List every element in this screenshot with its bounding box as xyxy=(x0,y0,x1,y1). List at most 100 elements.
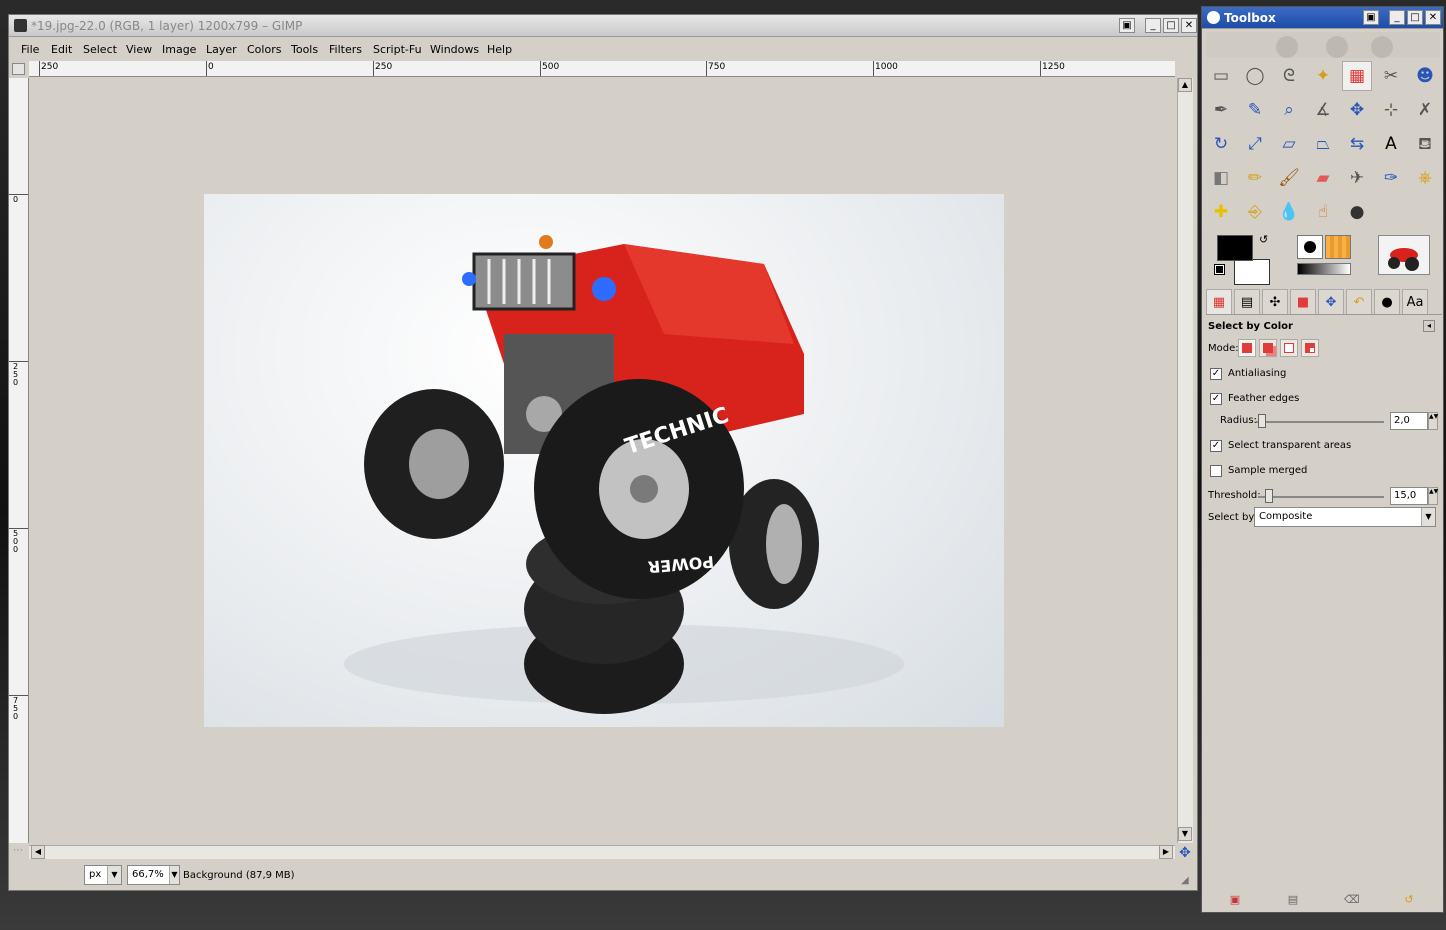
radius-slider-handle[interactable] xyxy=(1258,414,1267,428)
tool-smudge-icon[interactable]: ☝ xyxy=(1308,197,1338,227)
menu-layer[interactable]: Layer xyxy=(206,43,237,56)
tool-move-icon[interactable]: ✥ xyxy=(1342,95,1372,125)
tool-zoom-icon[interactable]: ⌕ xyxy=(1274,95,1304,125)
tool-dodge-burn-icon[interactable]: ● xyxy=(1342,197,1372,227)
navigate-icon[interactable]: ✥ xyxy=(1179,845,1191,861)
menu-tools[interactable]: Tools xyxy=(291,43,318,56)
tool-crop-icon[interactable]: ✗ xyxy=(1410,95,1440,125)
radius-input[interactable]: 2,0 xyxy=(1390,412,1428,430)
select-transparent-checkbox[interactable]: ✓ xyxy=(1210,440,1222,452)
background-color-swatch[interactable] xyxy=(1234,259,1270,285)
tool-color-picker-icon[interactable]: ✎ xyxy=(1240,95,1270,125)
tab-device-status[interactable]: ▤ xyxy=(1234,289,1260,314)
swap-colors-icon[interactable]: ↺ xyxy=(1259,233,1268,246)
scroll-right-button[interactable]: ▶ xyxy=(1159,845,1173,859)
brush-preview[interactable] xyxy=(1297,235,1323,259)
tool-blend-icon[interactable]: ◧ xyxy=(1206,163,1236,193)
vertical-scrollbar[interactable]: ▲ ▼ xyxy=(1177,78,1193,843)
mode-replace-button[interactable] xyxy=(1238,339,1256,357)
photo-lego-monster-truck[interactable]: TECHNIC POWER xyxy=(204,194,1004,727)
menu-windows[interactable]: Windows xyxy=(430,43,479,56)
threshold-slider[interactable] xyxy=(1258,496,1384,498)
menu-select[interactable]: Select xyxy=(83,43,117,56)
wilber-drop-area[interactable] xyxy=(1206,32,1440,58)
mode-add-button[interactable] xyxy=(1259,339,1277,357)
tool-perspective-clone-icon[interactable]: ⎆ xyxy=(1240,197,1270,227)
tab-paths[interactable]: ✣ xyxy=(1262,289,1288,314)
tool-scale-icon[interactable]: ⤢ xyxy=(1240,129,1270,159)
save-options-icon[interactable]: ▣ xyxy=(1228,893,1242,907)
reset-options-icon[interactable]: ↺ xyxy=(1402,893,1416,907)
maximize-button[interactable]: □ xyxy=(1407,10,1423,25)
menu-edit[interactable]: Edit xyxy=(51,43,72,56)
menu-view[interactable]: View xyxy=(126,43,152,56)
tool-pencil-icon[interactable]: ✏ xyxy=(1240,163,1270,193)
gradient-preview[interactable] xyxy=(1297,263,1351,275)
tool-measure-icon[interactable]: ∡ xyxy=(1308,95,1338,125)
tool-ellipse-select-icon[interactable]: ◯ xyxy=(1240,61,1270,91)
shade-icon[interactable]: ▣ xyxy=(1119,18,1135,33)
tool-blur-sharpen-icon[interactable]: 💧 xyxy=(1274,197,1304,227)
active-image-thumbnail[interactable] xyxy=(1378,235,1430,275)
pattern-preview[interactable] xyxy=(1325,235,1351,259)
tool-shear-icon[interactable]: ▱ xyxy=(1274,129,1304,159)
zoom-on-resize-icon[interactable]: ⋯ xyxy=(13,845,23,856)
threshold-slider-handle[interactable] xyxy=(1265,489,1274,503)
minimize-button[interactable]: _ xyxy=(1389,10,1405,25)
tab-fonts[interactable]: Aa xyxy=(1402,289,1428,314)
tool-heal-icon[interactable]: ✚ xyxy=(1206,197,1236,227)
sample-merged-checkbox[interactable] xyxy=(1210,465,1222,477)
tool-flip-icon[interactable]: ⇆ xyxy=(1342,129,1372,159)
close-button[interactable]: ✕ xyxy=(1425,10,1441,25)
tool-rect-select-icon[interactable]: ▭ xyxy=(1206,61,1236,91)
scroll-left-button[interactable]: ◀ xyxy=(31,845,45,859)
image-window-titlebar[interactable]: *19.jpg-22.0 (RGB, 1 layer) 1200x799 – G… xyxy=(9,15,1197,37)
tool-rotate-icon[interactable]: ↻ xyxy=(1206,129,1236,159)
tab-colormap[interactable]: ■ xyxy=(1290,289,1316,314)
tool-free-select-icon[interactable]: ᘓ xyxy=(1274,61,1304,91)
tool-bucket-fill-icon[interactable]: ⛾ xyxy=(1410,129,1440,159)
menu-filters[interactable]: Filters xyxy=(329,43,362,56)
tool-foreground-select-icon[interactable]: ☻ xyxy=(1410,61,1440,91)
radius-spin-buttons[interactable]: ▲▼ xyxy=(1428,412,1438,430)
menu-image[interactable]: Image xyxy=(162,43,196,56)
maximize-button[interactable]: □ xyxy=(1163,18,1179,33)
vertical-ruler[interactable]: 0 250 500 750 xyxy=(9,78,29,843)
menu-colors[interactable]: Colors xyxy=(247,43,281,56)
resize-grip-icon[interactable]: ◢ xyxy=(1181,875,1189,886)
image-canvas[interactable]: TECHNIC POWER xyxy=(29,78,1175,843)
feather-edges-checkbox[interactable]: ✓ xyxy=(1210,393,1222,405)
tool-perspective-icon[interactable]: ⏢ xyxy=(1308,129,1338,159)
unit-selector[interactable]: px ▼ xyxy=(84,865,122,885)
mode-intersect-button[interactable] xyxy=(1301,339,1319,357)
horizontal-ruler[interactable]: 250 0 250 500 750 1000 1250 xyxy=(29,61,1175,77)
minimize-button[interactable]: _ xyxy=(1145,18,1161,33)
configure-tab-icon[interactable]: ◂ xyxy=(1423,320,1435,332)
tool-text-icon[interactable]: A xyxy=(1376,129,1406,159)
menu-file[interactable]: File xyxy=(21,43,39,56)
tool-airbrush-icon[interactable]: ✈ xyxy=(1342,163,1372,193)
tool-paintbrush-icon[interactable]: 🖌 xyxy=(1274,163,1304,193)
radius-slider[interactable] xyxy=(1256,421,1384,423)
delete-options-icon[interactable]: ⌫ xyxy=(1344,893,1360,907)
antialiasing-checkbox[interactable]: ✓ xyxy=(1210,368,1222,380)
tab-undo[interactable]: ↶ xyxy=(1346,289,1372,314)
select-by-dropdown[interactable]: Composite ▼ xyxy=(1254,507,1436,527)
tool-paths-icon[interactable]: ✒ xyxy=(1206,95,1236,125)
close-button[interactable]: ✕ xyxy=(1181,18,1197,33)
scroll-up-button[interactable]: ▲ xyxy=(1178,78,1192,92)
threshold-spin-buttons[interactable]: ▲▼ xyxy=(1428,487,1438,505)
zoom-combo[interactable]: 66,7% ▼ xyxy=(127,865,180,885)
menu-script-fu[interactable]: Script-Fu xyxy=(373,43,422,56)
horizontal-scrollbar[interactable]: ◀ ▶ xyxy=(29,845,1175,859)
tool-scissors-select-icon[interactable]: ✂ xyxy=(1376,61,1406,91)
threshold-input[interactable]: 15,0 xyxy=(1390,487,1428,505)
mode-subtract-button[interactable] xyxy=(1280,339,1298,357)
foreground-color-swatch[interactable] xyxy=(1217,235,1253,261)
shade-icon[interactable]: ▣ xyxy=(1363,10,1379,25)
quick-mask-menu-button[interactable] xyxy=(12,63,25,75)
scroll-down-button[interactable]: ▼ xyxy=(1178,827,1192,841)
restore-options-icon[interactable]: ▤ xyxy=(1286,893,1300,907)
tab-brushes[interactable]: ● xyxy=(1374,289,1400,314)
tool-select-by-color-icon[interactable]: ▦ xyxy=(1342,61,1372,91)
